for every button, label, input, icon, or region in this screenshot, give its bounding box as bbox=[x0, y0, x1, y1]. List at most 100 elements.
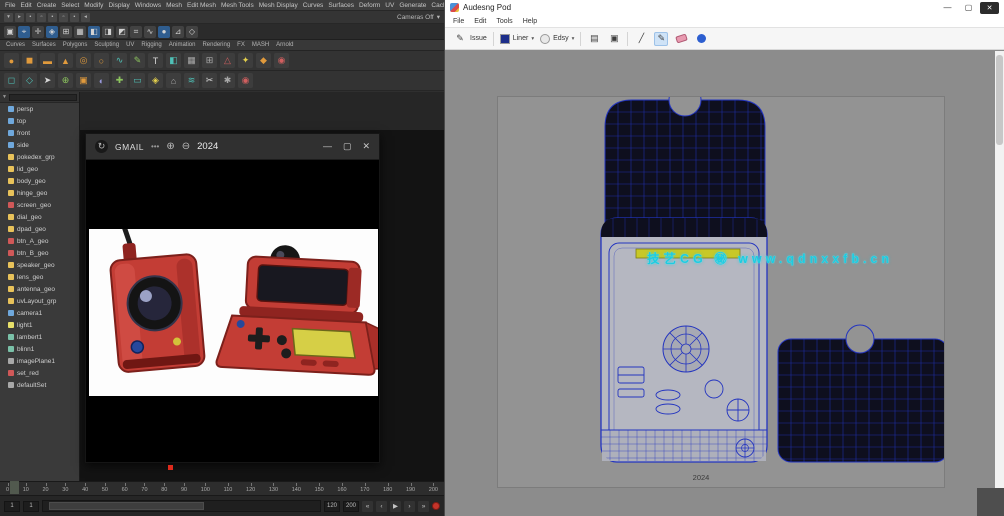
range-handle[interactable] bbox=[49, 502, 204, 510]
timeline-tick[interactable]: 110 bbox=[224, 482, 233, 495]
timeline-tick[interactable]: 170 bbox=[360, 482, 369, 495]
shelf-tool-icon[interactable]: ▲ bbox=[58, 53, 73, 68]
shelf-tool-icon[interactable]: ◼ bbox=[22, 53, 37, 68]
shelf-tool-icon[interactable]: ⊞ bbox=[202, 53, 217, 68]
set-key-button[interactable] bbox=[432, 502, 440, 510]
shelf-tool-icon[interactable]: ▭ bbox=[130, 73, 145, 88]
timeline-tick[interactable]: 190 bbox=[406, 482, 415, 495]
status-icon[interactable]: ◂ bbox=[81, 13, 90, 22]
zoom-in-icon[interactable]: ⊕ bbox=[166, 141, 174, 152]
playback-start-field[interactable]: 1 bbox=[23, 501, 39, 512]
shelf-tool-icon[interactable]: ✂ bbox=[202, 73, 217, 88]
shelf-tool-icon[interactable]: ◻ bbox=[4, 73, 19, 88]
outliner-item[interactable]: front bbox=[0, 127, 79, 139]
tool-icon[interactable]: ▣ bbox=[4, 26, 16, 38]
menu-item[interactable]: Edit Mesh bbox=[187, 2, 216, 9]
menu-item[interactable]: Create bbox=[37, 2, 57, 9]
menu-item[interactable]: Deform bbox=[359, 2, 380, 9]
frame-forward-button[interactable]: › bbox=[404, 501, 415, 512]
step-forward-button[interactable]: » bbox=[418, 501, 429, 512]
timeline-tick[interactable]: 150 bbox=[315, 482, 324, 495]
shelf-tool-icon[interactable]: ◎ bbox=[76, 53, 91, 68]
outliner-item[interactable]: persp bbox=[0, 103, 79, 115]
timeline-tick[interactable]: 200 bbox=[429, 482, 438, 495]
outliner-item[interactable]: btn_B_geo bbox=[0, 247, 79, 259]
timeline-tick[interactable]: 90 bbox=[181, 482, 187, 495]
shelf-tool-icon[interactable]: ∿ bbox=[112, 53, 127, 68]
outliner-item[interactable]: side bbox=[0, 139, 79, 151]
shelf-tool-icon[interactable]: ▣ bbox=[76, 73, 91, 88]
shelf-tool-icon[interactable]: ◉ bbox=[238, 73, 253, 88]
timeline-tick[interactable]: 80 bbox=[161, 482, 167, 495]
shelf-tab[interactable]: Curves bbox=[6, 42, 25, 48]
shelf-tool-icon[interactable]: ◇ bbox=[22, 73, 37, 88]
tool-icon[interactable]: ✛ bbox=[32, 26, 44, 38]
tool-icon[interactable]: ▦ bbox=[74, 26, 86, 38]
shelf-tool-icon[interactable]: ◧ bbox=[166, 53, 181, 68]
menu-item[interactable]: Generate bbox=[399, 2, 426, 9]
shelf-tool-icon[interactable]: ◆ bbox=[256, 53, 271, 68]
shelf-tab[interactable]: FX bbox=[237, 42, 245, 48]
outliner-item[interactable]: lens_geo bbox=[0, 271, 79, 283]
close-button[interactable]: ✕ bbox=[362, 141, 370, 152]
outliner-item[interactable]: btn_A_geo bbox=[0, 235, 79, 247]
maximize-button[interactable]: ▢ bbox=[959, 2, 978, 14]
timeline-tick[interactable]: 160 bbox=[337, 482, 346, 495]
timeline-tick[interactable]: 30 bbox=[62, 482, 68, 495]
timeline-tick[interactable]: 10 bbox=[23, 482, 29, 495]
shelf-tool-icon[interactable]: ⌂ bbox=[166, 73, 181, 88]
timeline-tick[interactable]: 100 bbox=[201, 482, 210, 495]
shelf-tool-icon[interactable]: ◉ bbox=[274, 53, 289, 68]
outliner-item[interactable]: set_red bbox=[0, 367, 79, 379]
outliner-item[interactable]: uvLayout_grp bbox=[0, 295, 79, 307]
tool-icon[interactable]: ● bbox=[158, 26, 170, 38]
edge-style-dropdown[interactable]: Edsy ▾ bbox=[540, 34, 574, 44]
close-button[interactable]: ✕ bbox=[980, 2, 999, 14]
outliner-item[interactable]: screen_geo bbox=[0, 199, 79, 211]
timeline-tick[interactable]: 60 bbox=[122, 482, 128, 495]
timeline-tick[interactable]: 20 bbox=[43, 482, 49, 495]
scrollbar-thumb[interactable] bbox=[996, 55, 1003, 145]
outliner-item[interactable]: body_geo bbox=[0, 175, 79, 187]
menu-item[interactable]: File bbox=[453, 18, 464, 25]
menu-item[interactable]: Windows bbox=[135, 2, 161, 9]
menu-item[interactable]: Help bbox=[523, 18, 537, 25]
current-frame-indicator[interactable] bbox=[10, 481, 19, 494]
menu-item[interactable]: File bbox=[5, 2, 15, 9]
timeline-tick[interactable]: 120 bbox=[246, 482, 255, 495]
outliner-item[interactable]: lambert1 bbox=[0, 331, 79, 343]
shelf-tab[interactable]: Rigging bbox=[141, 42, 161, 48]
tool-icon[interactable]: ◧ bbox=[88, 26, 100, 38]
outliner-item[interactable]: light1 bbox=[0, 319, 79, 331]
anim-start-field[interactable]: 1 bbox=[4, 501, 20, 512]
status-icon[interactable]: ▸ bbox=[15, 13, 24, 22]
outliner-item[interactable]: camera1 bbox=[0, 307, 79, 319]
outliner-item[interactable]: defaultSet bbox=[0, 379, 79, 391]
menu-item[interactable]: Edit bbox=[474, 18, 486, 25]
shelf-tool-icon[interactable]: ✎ bbox=[130, 53, 145, 68]
zoom-out-icon[interactable]: ⊖ bbox=[182, 141, 190, 152]
shelf-tool-icon[interactable]: ● bbox=[4, 53, 19, 68]
menu-item[interactable]: Modify bbox=[84, 2, 103, 9]
shelf-tool-icon[interactable]: ≋ bbox=[184, 73, 199, 88]
tool-icon[interactable]: ◈ bbox=[46, 26, 58, 38]
shelf-tool-icon[interactable]: ➤ bbox=[40, 73, 55, 88]
outliner-item[interactable]: antenna_geo bbox=[0, 283, 79, 295]
shelf-tab[interactable]: Sculpting bbox=[94, 42, 119, 48]
outliner-item[interactable]: top bbox=[0, 115, 79, 127]
shelf-tool-icon[interactable]: ○ bbox=[94, 53, 109, 68]
tool-icon[interactable]: ⊿ bbox=[172, 26, 184, 38]
play-button[interactable]: ▶ bbox=[390, 501, 401, 512]
anim-end-field[interactable]: 200 bbox=[343, 501, 359, 512]
playback-end-field[interactable]: 120 bbox=[324, 501, 340, 512]
shelf-tab[interactable]: Polygons bbox=[63, 42, 88, 48]
cameras-dropdown[interactable]: Cameras Off ▾ bbox=[397, 13, 440, 21]
outliner-item[interactable]: blinn1 bbox=[0, 343, 79, 355]
outliner-item[interactable]: imagePlane1 bbox=[0, 355, 79, 367]
line-color-dropdown[interactable]: Liner ▾ bbox=[500, 34, 534, 44]
shelf-tool-icon[interactable]: ▦ bbox=[184, 53, 199, 68]
timeline-tick[interactable]: 70 bbox=[141, 482, 147, 495]
minimize-button[interactable]: — bbox=[323, 141, 332, 152]
outliner-item[interactable]: hinge_geo bbox=[0, 187, 79, 199]
status-icon[interactable]: ▫ bbox=[59, 13, 68, 22]
